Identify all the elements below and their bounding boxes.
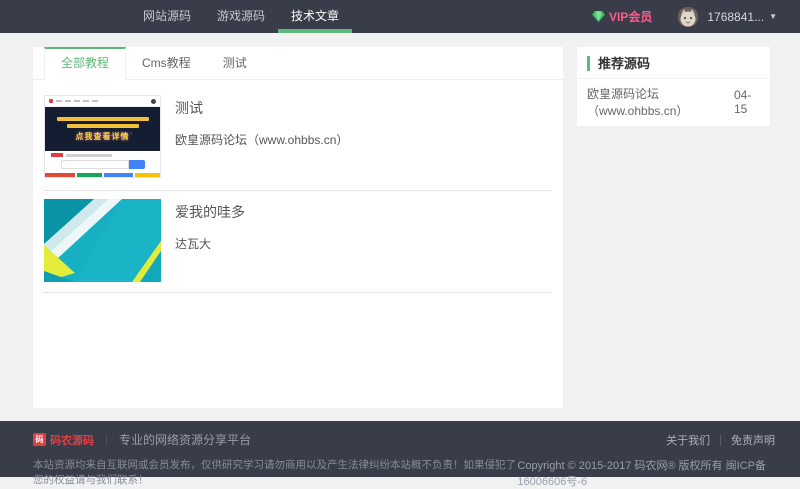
item-divider [44, 292, 552, 293]
tab-test[interactable]: 测试 [207, 47, 263, 79]
article-subtitle: 达瓦大 [175, 235, 245, 252]
recommended-item-title: 欧皇源码论坛（www.ohbbs.cn） [587, 85, 734, 119]
active-nav-indicator [278, 29, 352, 33]
sidebar-title: 推荐源码 [587, 56, 650, 71]
mini-site-body [45, 151, 160, 173]
footer-links: 关于我们 | 免责声明 [666, 432, 775, 448]
footer-link-disclaimer[interactable]: 免责声明 [731, 432, 775, 448]
article-list-item: 点我查看详情 测试 欧皇源码论坛（w [33, 80, 563, 190]
main-nav: 网站源码 游戏源码 技术文章 [130, 0, 352, 33]
mini-site-banner: 点我查看详情 [45, 107, 160, 151]
sidebar-header: 推荐源码 [577, 47, 770, 79]
username: 1768841... [707, 10, 764, 24]
vip-label: VIP会员 [609, 8, 652, 25]
article-tabs: 全部教程 Cms教程 测试 [33, 47, 563, 80]
article-list-item: 爱我的哇多 达瓦大 [33, 191, 563, 292]
footer-logo-icon: 码 [33, 433, 46, 446]
footer-logo-text: 码农源码 [50, 432, 94, 448]
avatar [678, 7, 698, 27]
tab-cms-tutorials[interactable]: Cms教程 [126, 47, 207, 79]
nav-item-label: 技术文章 [291, 9, 339, 23]
article-thumbnail[interactable]: 点我查看详情 [44, 95, 161, 178]
article-title[interactable]: 爱我的哇多 [175, 202, 245, 222]
nav-item-tech-articles[interactable]: 技术文章 [278, 0, 352, 33]
mini-site-navbar [45, 96, 160, 107]
nav-item-website-source[interactable]: 网站源码 [130, 0, 204, 33]
footer-copyright: Copyright © 2015-2017 码农网® 版权所有 闽ICP备160… [517, 457, 775, 489]
nav-item-label: 网站源码 [143, 9, 191, 23]
tab-all-tutorials[interactable]: 全部教程 [44, 47, 126, 80]
navbar-right: VIP会员 1768841... ▼ [592, 0, 777, 33]
chevron-down-icon: ▼ [769, 12, 777, 21]
mini-site-logo [49, 99, 53, 103]
mini-banner-button: 点我查看详情 [76, 131, 130, 142]
nav-item-game-source[interactable]: 游戏源码 [204, 0, 278, 33]
article-thumbnail[interactable] [44, 199, 161, 282]
footer-divider [106, 434, 107, 446]
top-navbar: 网站源码 游戏源码 技术文章 VIP会员 [0, 0, 800, 33]
user-menu[interactable]: 1768841... ▼ [678, 7, 777, 27]
main-container: 全部教程 Cms教程 测试 点我查看详情 [0, 33, 800, 408]
page-footer: 码 码农源码 专业的网络资源分享平台 关于我们 | 免责声明 本站资源均来自互联… [0, 421, 800, 477]
footer-slogan: 专业的网络资源分享平台 [119, 431, 251, 448]
footer-link-about[interactable]: 关于我们 [666, 432, 710, 448]
recommended-item-date: 04-15 [734, 88, 760, 116]
recommended-sidebar: 推荐源码 欧皇源码论坛（www.ohbbs.cn） 04-15 [577, 47, 770, 126]
recommended-item[interactable]: 欧皇源码论坛（www.ohbbs.cn） 04-15 [577, 79, 770, 126]
footer-logo[interactable]: 码 码农源码 [33, 432, 94, 448]
mini-search-bar [51, 160, 154, 169]
footer-disclaimer: 本站资源均来自互联网或会员发布，仅供研究学习请勿商用以及产生法律纠纷本站概不负责… [33, 457, 517, 489]
article-title[interactable]: 测试 [175, 98, 348, 118]
vip-gem-icon [592, 11, 605, 22]
nav-item-label: 游戏源码 [217, 9, 265, 23]
mini-color-stripes [45, 173, 160, 177]
article-subtitle: 欧皇源码论坛（www.ohbbs.cn） [175, 131, 348, 148]
vip-member-link[interactable]: VIP会员 [592, 8, 652, 25]
article-list-card: 全部教程 Cms教程 测试 点我查看详情 [33, 47, 563, 408]
